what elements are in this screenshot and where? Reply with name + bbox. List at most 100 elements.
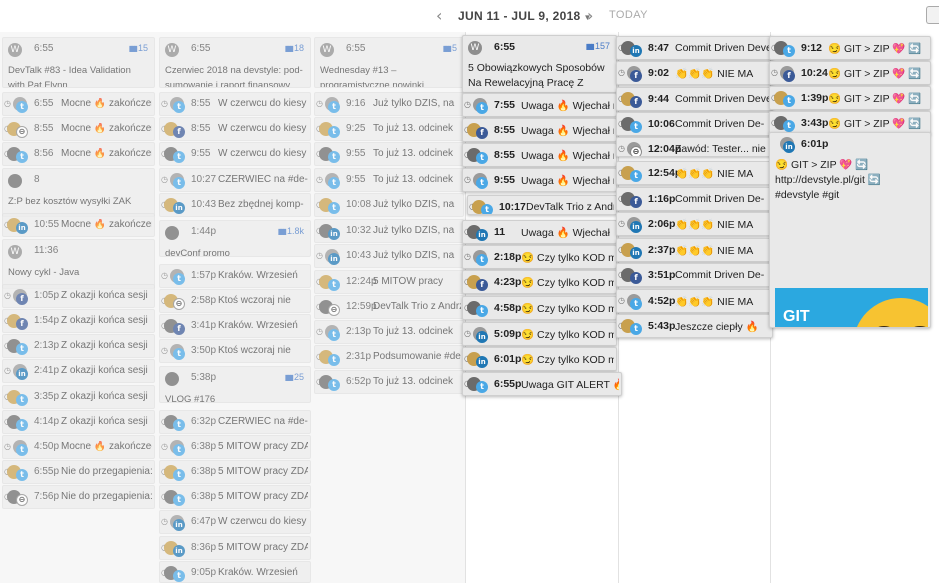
scheduled-post-card[interactable]: in 2:06p ◷ 👏👏👏 NIE MA bbox=[616, 212, 773, 236]
scheduled-post-card[interactable]: t10:06◷Commit Driven De- bbox=[616, 112, 773, 136]
scheduled-post-card[interactable]: t 1:57p ◷ Kraków. Wrzesień bbox=[159, 264, 311, 288]
scheduled-post-card[interactable]: in 5:09p ◷ 😏 Czy tylko KOD ma bbox=[462, 322, 617, 346]
scheduled-post-card[interactable]: f 9:02 ◷ 👏👏👏 NIE MA bbox=[616, 61, 773, 85]
date-range-label: JUN 11 - JUL 9, 2018 bbox=[458, 9, 581, 23]
linkedin-icon: in bbox=[476, 356, 488, 368]
scheduled-post-card[interactable]: t6:32p◷CZERWIEC na #de- bbox=[159, 410, 311, 434]
scheduled-post-card[interactable]: ⊖8:55◷Mocne 🔥 zakończenie 4. bbox=[2, 117, 155, 141]
scheduled-post-card[interactable]: t6:38p◷5 MITÓW pracy ZDAL- bbox=[159, 435, 311, 459]
post-time: 9:55 bbox=[346, 174, 366, 185]
scheduled-post-card[interactable]: in10:55◷Mocne 🔥 zakończenie bbox=[2, 213, 155, 237]
blog-post-card[interactable]: W 6:55 ▮▮▮ 15 DevTalk #83 - Idea Validation … bbox=[2, 37, 155, 88]
panel-toggle-icon[interactable] bbox=[926, 6, 939, 24]
scheduled-post-card[interactable]: in 6:47p ◷ W czerwcu do kiesy bbox=[159, 510, 311, 534]
blog-post-card[interactable]: W 6:55 ▮▮▮ 157 5 Obowiązkowych Sposobów Na R… bbox=[462, 35, 617, 93]
scheduled-post-card[interactable]: t9:55◷To już 13. odcinek bbox=[314, 142, 464, 166]
scheduled-post-card[interactable]: in11◷Uwaga 🔥 Wjechał bbox=[462, 220, 617, 244]
note-card[interactable]: 8 Z:P bez kosztów wysyłki ZAK bbox=[2, 168, 155, 217]
post-text: Commit Driven Devel bbox=[675, 42, 770, 54]
scheduled-post-card[interactable]: f9:44◷Commit Driven Devel bbox=[616, 87, 773, 111]
scheduled-post-card[interactable]: t6:52p◷To już 13. odcinek bbox=[314, 370, 464, 394]
scheduled-post-card[interactable]: t9:05p◷Kraków. Wrzesień bbox=[159, 561, 311, 583]
post-time: 9:02 bbox=[648, 67, 670, 79]
post-time: 2:58p bbox=[191, 295, 217, 306]
scheduled-post-card[interactable]: ⊖12:59p◷DevTalk Trio z Andrze- bbox=[314, 295, 464, 319]
scheduled-post-card[interactable]: t 4:52p ◷ 👏👏👏 NIE MA bbox=[616, 289, 773, 313]
scheduled-post-card[interactable]: ⊖7:56p◷Nie do przegapienia: bbox=[2, 485, 155, 509]
scheduled-post-card[interactable]: t 4:50p ◷ Mocne 🔥 zakończe- bbox=[2, 435, 155, 459]
scheduled-post-card[interactable]: t 8:55 ◷ W czerwcu do kiesy bbox=[159, 92, 311, 116]
blog-post-card[interactable]: W 6:55 ▮▮▮ 18 Czerwiec 2018 na devstyle: pod… bbox=[159, 37, 311, 88]
scheduled-post-card[interactable]: t2:31p◷Podsumowanie #de- bbox=[314, 345, 464, 369]
scheduled-post-card[interactable]: in6:01p◷😏 Czy tylko KOD ma bbox=[462, 347, 617, 371]
scheduled-post-card[interactable]: t6:38p◷5 MITÓW pracy ZDAL- bbox=[159, 460, 311, 484]
scheduled-post-card[interactable]: t 2:18p ◷ 😏 Czy tylko KOD ma bbox=[462, 245, 617, 269]
scheduled-post-card[interactable]: ⊖ 12:04p ◷ Zawód: Tester... nie bbox=[616, 137, 773, 157]
post-text: Mocne 🔥 zakończenie 4. bbox=[61, 98, 152, 109]
scheduled-post-card[interactable]: f8:55◷W czerwcu do kiesy bbox=[159, 117, 311, 141]
scheduled-post-card[interactable]: in 6:01p 😏 GIT > ZIP 💖 🔄 http://devstyle.p… bbox=[769, 132, 931, 328]
scheduled-post-card[interactable]: f1:54p◷Z okazji końca sesji bbox=[2, 309, 155, 333]
post-time: 9:05p bbox=[191, 567, 217, 578]
post-time: 8:55 bbox=[191, 98, 211, 109]
blog-post-card[interactable]: W 6:55 ▮▮▮ 5 Wednesday #13 – programistyczne… bbox=[314, 37, 464, 88]
scheduled-post-card[interactable]: t10:17◷DevTalk Trio z Andrze- bbox=[467, 195, 617, 215]
scheduled-post-card[interactable]: t8:55◷Uwaga 🔥 Wjechał mega bbox=[462, 143, 617, 167]
scheduled-post-card[interactable]: f3:41p◷Kraków. Wrzesień bbox=[159, 314, 311, 338]
scheduled-post-card[interactable]: in8:36p◷5 MITÓW pracy ZDAL- bbox=[159, 536, 311, 560]
scheduled-post-card[interactable]: t9:25◷To już 13. odcinek bbox=[314, 117, 464, 141]
scheduled-post-card[interactable]: f1:16p◷Commit Driven De- bbox=[616, 187, 773, 211]
scheduled-post-card[interactable]: t6:55p◷Nie do przegapienia: bbox=[2, 460, 155, 484]
scheduled-post-card[interactable]: f3:51p◷Commit Driven De- bbox=[616, 263, 773, 287]
scheduled-post-card[interactable]: t10:08◷Już tylko DZIŚ, na bbox=[314, 193, 464, 217]
scheduled-post-card[interactable]: t12:24p◷5 MITÓW pracy bbox=[314, 270, 464, 294]
scheduled-post-card[interactable]: t6:38p◷5 MITÓW pracy ZDAL- bbox=[159, 485, 311, 509]
scheduled-post-card[interactable]: t5:43p◷Jeszcze ciepły 🔥 bbox=[616, 314, 773, 338]
post-time: 6:55p bbox=[494, 378, 522, 390]
twitter-icon: t bbox=[328, 354, 340, 366]
scheduled-post-card[interactable]: t9:55◷W czerwcu do kiesy bbox=[159, 142, 311, 166]
scheduled-post-card[interactable]: t8:56◷Mocne 🔥 zakończenie 4. bbox=[2, 142, 155, 166]
scheduled-post-card[interactable]: ⊖2:58p◷Ktoś wczoraj nie bbox=[159, 289, 311, 313]
scheduled-post-card[interactable]: t 9:55 ◷ Uwaga 🔥 Wjechał mega bbox=[462, 168, 617, 192]
scheduled-post-card[interactable]: f4:23p◷😏 Czy tylko KOD ma bbox=[462, 270, 617, 294]
scheduled-post-card[interactable]: t9:12◷😏 GIT > ZIP 💖 🔄 bbox=[769, 36, 931, 60]
scheduled-post-card[interactable]: f8:55◷Uwaga 🔥 Wjechał mega bbox=[462, 118, 617, 142]
note-card[interactable]: 1:44p ▮▮▮ 1.8k devConf promo bbox=[159, 220, 311, 257]
prev-range-button[interactable]: ‹ bbox=[436, 6, 442, 25]
scheduled-post-card[interactable]: t1:39p◷😏 GIT > ZIP 💖 🔄 bbox=[769, 86, 931, 110]
scheduled-post-card[interactable]: in 2:41p ◷ Z okazji końca sesji bbox=[2, 359, 155, 383]
scheduled-post-card[interactable]: in8:47◷Commit Driven Devel bbox=[616, 36, 773, 60]
scheduled-post-card[interactable]: in 10:43 ◷ Już tylko DZIŚ, na bbox=[314, 244, 464, 268]
note-card[interactable]: 5:38p ▮▮▮ 25 VLOG #176 bbox=[159, 366, 311, 403]
scheduled-post-card[interactable]: in10:32◷Już tylko DZIŚ, na bbox=[314, 219, 464, 243]
today-button[interactable]: TODAY bbox=[609, 9, 648, 21]
scheduled-post-card[interactable]: t9:55◷To już 13. odcinek bbox=[314, 168, 464, 192]
scheduled-post-card[interactable]: t 2:13p ◷ To już 13. odcinek bbox=[314, 320, 464, 344]
bar-chart-icon: ▮▮▮ bbox=[284, 373, 294, 382]
scheduled-post-card[interactable]: t12:54p◷👏👏👏 NIE MA bbox=[616, 161, 773, 185]
scheduled-post-card[interactable]: t 9:16 ◷ Już tylko DZIŚ, na bbox=[314, 92, 464, 116]
scheduled-post-card[interactable]: t3:35p◷Z okazji końca sesji bbox=[2, 385, 155, 409]
facebook-icon: f bbox=[476, 127, 488, 139]
date-range-selector[interactable]: JUN 11 - JUL 9, 2018 ▼ bbox=[458, 9, 592, 23]
scheduled-post-card[interactable]: t4:14p◷Z okazji końca sesji bbox=[2, 410, 155, 434]
post-time: 9:55 bbox=[494, 174, 516, 186]
post-time: 10:32 bbox=[346, 225, 372, 236]
scheduled-post-card[interactable]: in10:43◷Bez zbędnej komp- bbox=[159, 193, 311, 217]
blog-post-card[interactable]: W 11:36 Nowy cykl - Java bbox=[2, 239, 155, 289]
next-range-button[interactable]: › bbox=[587, 6, 593, 25]
scheduled-post-card[interactable]: f 1:05p ◷ Z okazji końca sesji bbox=[2, 284, 155, 308]
day-column: W 6:55 ▮▮▮ 157 5 Obowiązkowych Sposobów Na R… bbox=[462, 32, 622, 583]
scheduled-post-card[interactable]: t2:13p◷Z okazji końca sesji bbox=[2, 334, 155, 358]
scheduled-post-card[interactable]: t 7:55 ◷ Uwaga 🔥 Wjechał mega bbox=[462, 93, 617, 117]
post-time: 7:55 bbox=[494, 99, 516, 111]
scheduled-post-card[interactable]: t 10:27 ◷ CZERWIEC na #de- bbox=[159, 168, 311, 192]
scheduled-post-card[interactable]: in2:37p◷👏👏👏 NIE MA bbox=[616, 238, 773, 262]
post-time: 6:55 bbox=[494, 41, 516, 53]
scheduled-post-card[interactable]: f 10:24 ◷ 😏 GIT > ZIP 💖 🔄 bbox=[769, 61, 931, 85]
scheduled-post-card[interactable]: t 6:55 ◷ Mocne 🔥 zakończenie 4. bbox=[2, 92, 155, 116]
scheduled-post-card[interactable]: t4:58p◷😏 Czy tylko KOD ma bbox=[462, 296, 617, 320]
scheduled-post-card[interactable]: t6:55p◷Uwaga GIT ALERT 🔥 bbox=[462, 372, 622, 396]
scheduled-post-card[interactable]: t 3:50p ◷ Ktoś wczoraj nie bbox=[159, 339, 311, 363]
